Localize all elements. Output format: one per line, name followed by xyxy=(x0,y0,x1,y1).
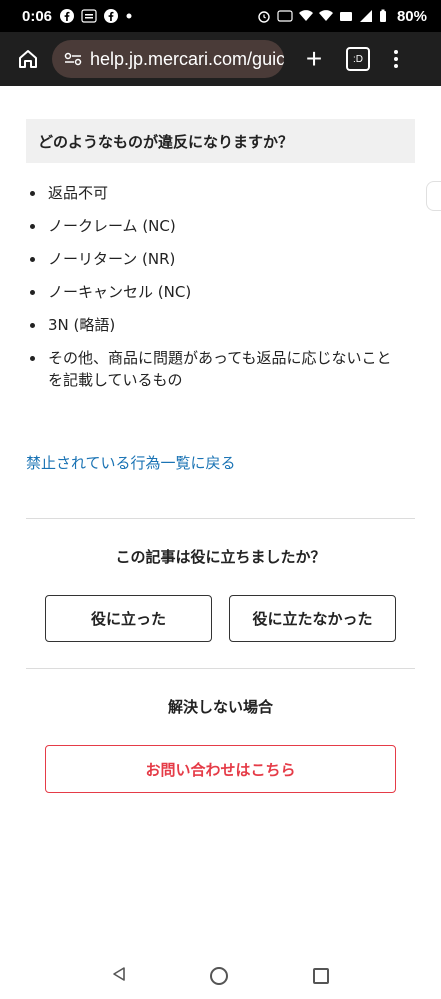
helpful-no-button[interactable]: 役に立たなかった xyxy=(229,595,396,642)
lte-icon xyxy=(339,12,352,21)
nav-home-button[interactable] xyxy=(210,967,229,985)
divider xyxy=(26,668,415,669)
faq-question-heading: どのようなものが違反になりますか？ xyxy=(26,119,415,163)
back-triangle-icon xyxy=(113,967,125,981)
plus-icon: + xyxy=(305,43,323,74)
alarm-icon xyxy=(258,11,270,23)
battery-icon xyxy=(379,9,386,22)
nav-recents-button[interactable] xyxy=(312,968,329,984)
divider xyxy=(26,518,415,519)
system-icons: 80% xyxy=(257,8,427,25)
contact-us-button[interactable]: お問い合わせはこちら xyxy=(45,745,396,793)
facebook-icon xyxy=(60,9,75,23)
list-item: ノーキャンセル (NC) xyxy=(26,281,396,303)
dot-icon xyxy=(126,13,132,19)
nav-back-button[interactable] xyxy=(112,966,126,986)
url-text: help.jp.mercari.com/guic xyxy=(90,48,284,69)
list-item: 返品不可 xyxy=(26,182,396,204)
notification-icons xyxy=(60,9,133,23)
home-button[interactable] xyxy=(12,43,44,75)
new-tab-button[interactable]: + xyxy=(298,43,330,75)
more-menu-button[interactable] xyxy=(394,50,398,68)
hd-icon xyxy=(277,10,293,22)
more-vert-icon xyxy=(394,50,398,54)
list-item: 3N (略語) xyxy=(26,314,396,336)
facebook-icon xyxy=(104,9,119,23)
back-to-prohibited-list-link[interactable]: 禁止されている行為一覧に戻る xyxy=(26,452,236,473)
browser-toolbar: help.jp.mercari.com/guic + :D xyxy=(0,32,441,86)
battery-percent: 80% xyxy=(396,7,427,25)
wifi-icon xyxy=(298,10,313,21)
list-item: ノークレーム (NC) xyxy=(26,215,396,237)
unresolved-heading: 解決しない場合 xyxy=(167,698,273,716)
temu-icon xyxy=(81,9,97,23)
list-item: その他、商品に問題があっても返品に応じないことを記載しているもの xyxy=(26,347,396,391)
system-navigation-bar xyxy=(0,953,441,999)
site-settings-icon[interactable] xyxy=(64,52,82,66)
feedback-question: この記事は役に立ちましたか？ xyxy=(115,548,326,566)
side-panel-handle[interactable] xyxy=(426,181,441,211)
violation-list: 返品不可 ノークレーム (NC) ノーリターン (NR) ノーキャンセル (NC… xyxy=(26,182,396,402)
home-icon xyxy=(19,50,37,68)
signal-icon xyxy=(359,10,372,22)
tab-switcher-button[interactable]: :D xyxy=(346,47,370,71)
address-bar[interactable]: help.jp.mercari.com/guic xyxy=(52,40,284,78)
list-item: ノーリターン (NR) xyxy=(26,248,396,270)
status-time: 0:06 xyxy=(22,7,53,25)
status-bar: 0:06 80% xyxy=(0,0,441,32)
wifi-calling-icon xyxy=(318,10,333,21)
helpful-yes-button[interactable]: 役に立った xyxy=(45,595,212,642)
